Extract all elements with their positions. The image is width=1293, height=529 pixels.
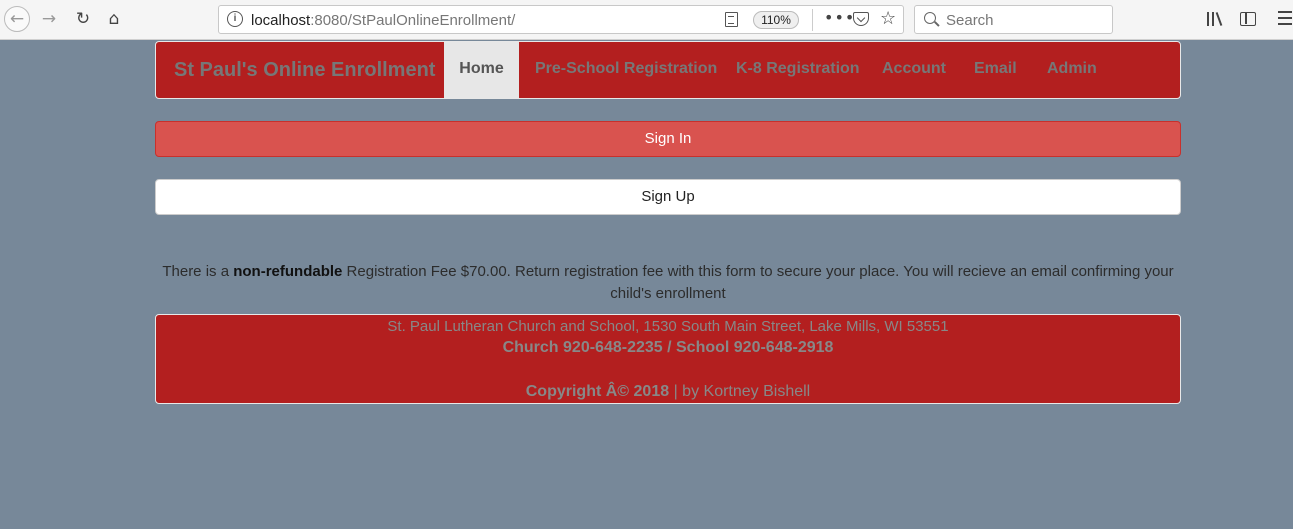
site-brand[interactable]: St Paul's Online Enrollment [174, 59, 435, 82]
reader-view-icon[interactable] [725, 12, 738, 27]
page-actions-icon[interactable]: ••• [824, 8, 855, 27]
footer-phones: Church 920-648-2235 / School 920-648-291… [502, 339, 834, 356]
notice-emphasis: non-refundable [233, 263, 343, 280]
bookmark-star-icon[interactable]: ☆ [880, 8, 896, 29]
sign-in-button[interactable]: Sign In [155, 121, 1181, 157]
forward-icon[interactable]: → [36, 6, 62, 32]
reload-icon[interactable]: ↻ [70, 6, 96, 32]
nav-k8-registration[interactable]: K-8 Registration [736, 42, 860, 98]
zoom-level[interactable]: 110% [753, 11, 799, 29]
nav-email[interactable]: Email [974, 42, 1017, 98]
home-icon[interactable]: ⌂ [101, 6, 127, 32]
footer-copyright-line: Copyright Â© 2018 | by Kortney Bishell [156, 383, 1180, 401]
notice-suffix: Registration Fee $70.00. Return registra… [342, 263, 1174, 302]
hamburger-menu-icon[interactable] [1278, 11, 1292, 25]
footer-copyright: Copyright Â© 2018 [525, 383, 670, 400]
site-navbar: St Paul's Online Enrollment Home Pre-Sch… [155, 41, 1181, 99]
url-divider [812, 9, 813, 31]
registration-fee-notice: There is a non-refundable Registration F… [155, 261, 1181, 305]
sign-up-button[interactable]: Sign Up [155, 179, 1181, 215]
back-icon[interactable]: ← [4, 6, 30, 32]
footer-author: | by Kortney Bishell [669, 383, 811, 400]
sidebar-toggle-icon[interactable] [1240, 12, 1256, 26]
url-bar[interactable]: i localhost:8080/StPaulOnlineEnrollment/… [218, 5, 904, 34]
nav-account[interactable]: Account [882, 42, 946, 98]
site-footer: St. Paul Lutheran Church and School, 153… [155, 314, 1181, 404]
search-icon [924, 12, 936, 24]
pocket-icon[interactable] [853, 12, 869, 26]
search-bar[interactable] [914, 5, 1113, 34]
footer-address: St. Paul Lutheran Church and School, 153… [387, 318, 949, 335]
browser-toolbar: ← → ↻ ⌂ i localhost:8080/StPaulOnlineEnr… [0, 0, 1293, 40]
nav-admin[interactable]: Admin [1047, 42, 1097, 98]
url-host: localhost [251, 12, 311, 29]
nav-home[interactable]: Home [444, 42, 519, 98]
notice-prefix: There is a [162, 263, 234, 280]
url-path: :8080/StPaulOnlineEnrollment/ [310, 12, 516, 29]
url-text[interactable]: localhost:8080/StPaulOnlineEnrollment/ [251, 12, 515, 29]
site-info-icon[interactable]: i [227, 11, 243, 27]
search-input[interactable] [946, 12, 1106, 29]
library-icon[interactable] [1207, 12, 1225, 26]
nav-preschool-registration[interactable]: Pre-School Registration [535, 42, 717, 98]
